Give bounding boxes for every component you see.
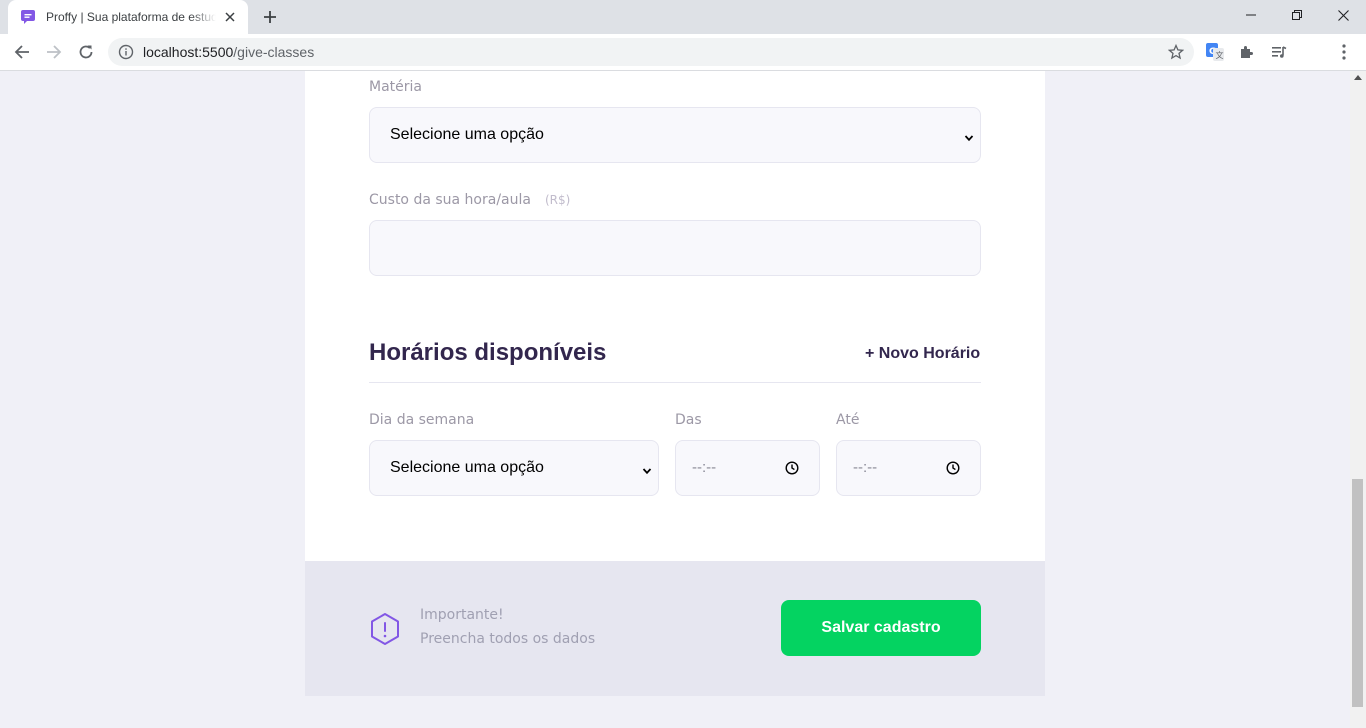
from-time-input[interactable]: --:-- <box>675 440 820 496</box>
close-window-icon[interactable] <box>1320 0 1366 30</box>
save-button[interactable]: Salvar cadastro <box>781 600 981 656</box>
browser-tab[interactable]: Proffy | Sua plataforma de estudos <box>8 0 248 34</box>
clock-icon[interactable] <box>785 461 799 475</box>
browser-tab-bar: Proffy | Sua plataforma de estudos <box>0 0 1366 34</box>
forward-arrow-icon[interactable] <box>40 38 68 66</box>
page-scrollbar[interactable] <box>1350 71 1366 728</box>
weekday-select-value: Selecione uma opção <box>390 459 544 476</box>
cost-input[interactable] <box>369 220 981 276</box>
google-translate-icon[interactable]: G文 <box>1205 42 1225 62</box>
extensions-puzzle-icon[interactable] <box>1237 42 1257 62</box>
weekday-label: Dia da semana <box>369 412 475 428</box>
to-time-value: --:-- <box>853 459 878 476</box>
new-tab-icon[interactable] <box>258 6 282 28</box>
url-text: localhost:5500/give-classes <box>143 44 315 60</box>
warning-text: Preencha todos os dados <box>420 631 596 647</box>
weekday-select[interactable]: Selecione uma opção <box>369 440 659 496</box>
add-schedule-button[interactable]: + Novo Horário <box>865 345 980 363</box>
chevron-down-icon <box>964 130 974 142</box>
close-tab-icon[interactable] <box>222 9 238 25</box>
subject-select-value: Selecione uma opção <box>390 126 544 143</box>
restore-icon[interactable] <box>1274 0 1320 30</box>
subject-select[interactable]: Selecione uma opção <box>369 107 981 163</box>
address-bar[interactable]: localhost:5500/give-classes <box>108 38 1194 66</box>
clock-icon[interactable] <box>946 461 960 475</box>
site-info-icon[interactable] <box>118 44 134 60</box>
cost-label: Custo da sua hora/aula (R$) <box>369 192 570 208</box>
cost-currency-hint: (R$) <box>544 193 571 207</box>
subject-label: Matéria <box>369 79 422 95</box>
scrollbar-thumb[interactable] <box>1352 479 1363 707</box>
cost-label-text: Custo da sua hora/aula <box>369 192 531 208</box>
from-time-value: --:-- <box>692 459 717 476</box>
minimize-icon[interactable] <box>1228 0 1274 30</box>
from-time-label: Das <box>675 412 702 428</box>
to-time-input[interactable]: --:-- <box>836 440 981 496</box>
page-viewport: Matéria Selecione uma opção Custo da sua… <box>0 71 1350 728</box>
chevron-down-icon <box>642 463 652 475</box>
tab-title: Proffy | Sua plataforma de estudos <box>46 10 216 24</box>
media-queue-icon[interactable] <box>1269 42 1289 62</box>
warning-title: Importante! <box>420 607 504 623</box>
warning-hexagon-icon <box>369 612 401 646</box>
back-arrow-icon[interactable] <box>8 38 36 66</box>
to-time-label: Até <box>836 412 860 428</box>
scroll-up-arrow-icon[interactable] <box>1354 75 1362 80</box>
schedule-title: Horários disponíveis <box>369 339 607 366</box>
svg-text:文: 文 <box>1216 50 1224 60</box>
reload-icon[interactable] <box>72 38 100 66</box>
browser-toolbar: localhost:5500/give-classes G文 <box>0 34 1366 71</box>
bookmark-star-icon[interactable] <box>1167 43 1185 60</box>
proffy-favicon-icon <box>20 9 36 25</box>
section-divider <box>369 382 981 383</box>
browser-menu-icon[interactable] <box>1334 42 1354 62</box>
